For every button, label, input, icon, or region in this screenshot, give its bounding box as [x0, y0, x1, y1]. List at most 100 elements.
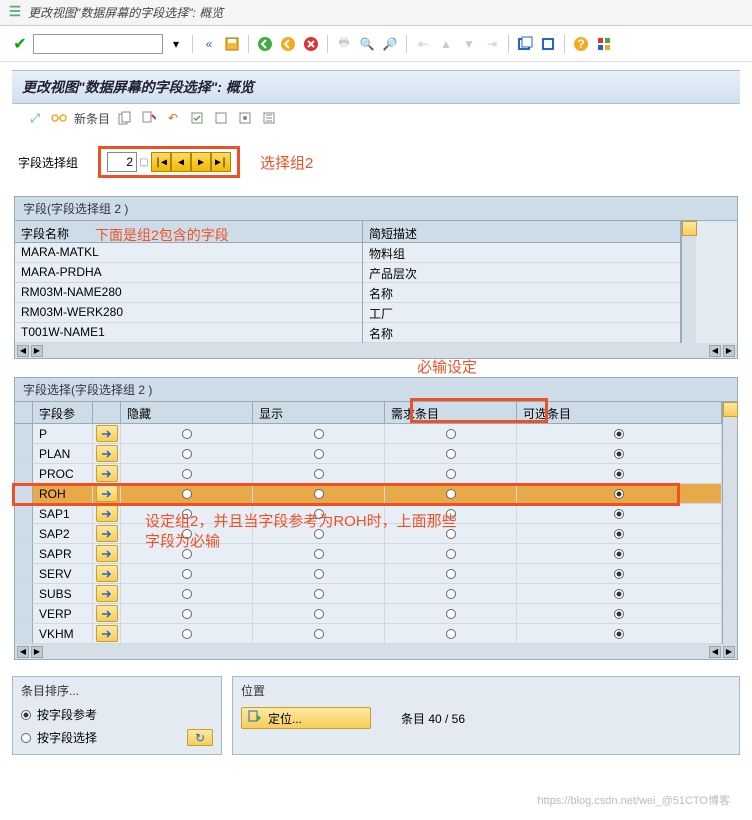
back-icon[interactable] [255, 34, 275, 54]
display-radio-cell[interactable] [253, 464, 385, 484]
detail-button[interactable] [93, 524, 121, 544]
detail-button[interactable] [93, 584, 121, 604]
radio-icon[interactable] [614, 629, 624, 639]
display-radio-cell[interactable] [253, 624, 385, 644]
detail-button[interactable] [93, 624, 121, 644]
radio-icon[interactable] [614, 529, 624, 539]
radio-on-icon[interactable] [21, 710, 31, 720]
radio-icon[interactable] [614, 429, 624, 439]
cancel-icon[interactable] [301, 34, 321, 54]
hidden-radio-cell[interactable] [121, 604, 253, 624]
radio-icon[interactable] [314, 549, 324, 559]
display-radio-cell[interactable] [253, 544, 385, 564]
row-selector[interactable] [15, 464, 33, 484]
horizontal-scrollbar[interactable]: ◀ ▶ ◀ ▶ [15, 644, 737, 659]
radio-icon[interactable] [446, 429, 456, 439]
copy-icon[interactable] [116, 109, 134, 127]
config-icon[interactable] [236, 109, 254, 127]
req-radio-cell[interactable] [385, 564, 517, 584]
field-name-cell[interactable]: MARA-MATKL [15, 243, 362, 263]
radio-icon[interactable] [614, 609, 624, 619]
opt-radio-cell[interactable] [517, 544, 722, 564]
radio-icon[interactable] [182, 609, 192, 619]
hidden-radio-cell[interactable] [121, 424, 253, 444]
detail-button[interactable] [93, 604, 121, 624]
radio-icon[interactable] [182, 589, 192, 599]
scroll-right-icon[interactable]: ▶ [31, 345, 43, 357]
field-name-cell[interactable]: T001W-NAME1 [15, 323, 362, 343]
opt-radio-cell[interactable] [517, 624, 722, 644]
radio-icon[interactable] [614, 569, 624, 579]
selection-row[interactable]: PROC [15, 464, 722, 484]
scroll-left2-icon[interactable]: ◀ [709, 646, 721, 658]
display-radio-cell[interactable] [253, 604, 385, 624]
opt-radio-cell[interactable] [517, 604, 722, 624]
sort-by-sel-row[interactable]: 按字段选择 ↻ [21, 726, 213, 749]
display-radio-cell[interactable] [253, 584, 385, 604]
delete-icon[interactable] [140, 109, 158, 127]
req-radio-cell[interactable] [385, 584, 517, 604]
horizontal-scrollbar[interactable]: ◀ ▶ ◀ ▶ [15, 343, 737, 358]
display-radio-cell[interactable] [253, 424, 385, 444]
find-next-icon[interactable]: 🔎 [380, 34, 400, 54]
radio-icon[interactable] [182, 569, 192, 579]
field-name-cell[interactable]: MARA-PRDHA [15, 263, 362, 283]
page-down-icon[interactable]: ▼ [459, 34, 479, 54]
scroll-left-icon[interactable]: ◀ [17, 646, 29, 658]
create-shortcut-icon[interactable] [538, 34, 558, 54]
column-config-icon[interactable] [723, 402, 738, 417]
help-icon[interactable]: ? [571, 34, 591, 54]
vertical-scrollbar[interactable] [681, 221, 696, 343]
radio-icon[interactable] [446, 469, 456, 479]
last-page-icon[interactable]: ⇥ [482, 34, 502, 54]
field-name-cell[interactable]: RM03M-WERK280 [15, 303, 362, 323]
detail-button[interactable] [93, 504, 121, 524]
opt-radio-cell[interactable] [517, 464, 722, 484]
radio-icon[interactable] [614, 589, 624, 599]
find-icon[interactable]: 🔍 [357, 34, 377, 54]
radio-icon[interactable] [614, 489, 624, 499]
first-icon[interactable]: |◀ [151, 152, 171, 172]
print-icon[interactable]: 🖶 [334, 34, 354, 54]
page-up-icon[interactable]: ▲ [436, 34, 456, 54]
radio-icon[interactable] [614, 469, 624, 479]
deselect-all-icon[interactable] [212, 109, 230, 127]
selection-row[interactable]: P [15, 424, 722, 444]
selection-row[interactable]: VKHM [15, 624, 722, 644]
scroll-right-icon[interactable]: ▶ [31, 646, 43, 658]
opt-radio-cell[interactable] [517, 504, 722, 524]
detail-button[interactable] [93, 544, 121, 564]
command-field[interactable] [33, 34, 163, 54]
glasses-icon[interactable] [50, 109, 68, 127]
detail-button[interactable] [93, 444, 121, 464]
radio-icon[interactable] [314, 629, 324, 639]
selection-row[interactable]: SERV [15, 564, 722, 584]
new-entry-label[interactable]: 新条目 [74, 110, 110, 127]
hidden-radio-cell[interactable] [121, 564, 253, 584]
radio-icon[interactable] [614, 549, 624, 559]
req-radio-cell[interactable] [385, 604, 517, 624]
chevron-left-icon[interactable]: « [199, 34, 219, 54]
row-selector[interactable] [15, 504, 33, 524]
radio-icon[interactable] [446, 489, 456, 499]
radio-icon[interactable] [314, 569, 324, 579]
radio-icon[interactable] [446, 609, 456, 619]
hidden-radio-cell[interactable] [121, 584, 253, 604]
selection-row[interactable]: ROH [15, 484, 722, 504]
selection-row[interactable]: VERP [15, 604, 722, 624]
opt-radio-cell[interactable] [517, 524, 722, 544]
radio-icon[interactable] [182, 449, 192, 459]
sap-menu-icon[interactable] [8, 4, 22, 21]
selection-row[interactable]: PLAN [15, 444, 722, 464]
display-radio-cell[interactable] [253, 564, 385, 584]
layout-icon[interactable] [594, 34, 614, 54]
radio-icon[interactable] [314, 469, 324, 479]
req-radio-cell[interactable] [385, 484, 517, 504]
hidden-radio-cell[interactable] [121, 464, 253, 484]
prev-icon[interactable]: ◀ [171, 152, 191, 172]
req-radio-cell[interactable] [385, 444, 517, 464]
opt-radio-cell[interactable] [517, 424, 722, 444]
opt-radio-cell[interactable] [517, 444, 722, 464]
undo-icon[interactable]: ↶ [164, 109, 182, 127]
config2-icon[interactable] [260, 109, 278, 127]
